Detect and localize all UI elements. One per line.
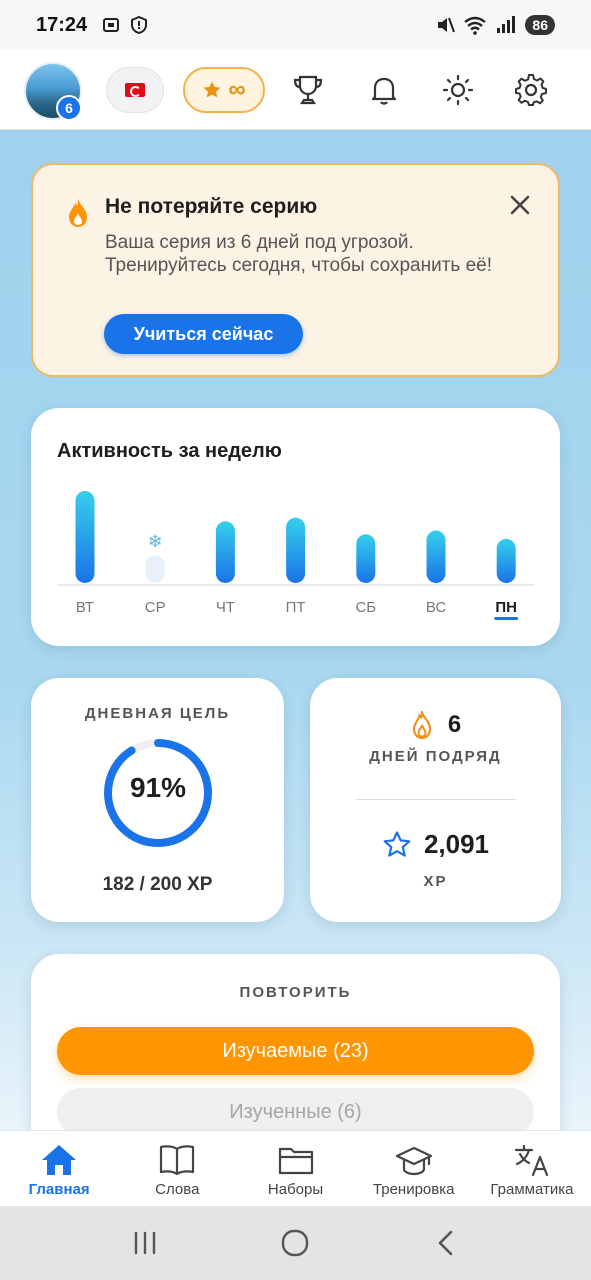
status-bar: 17:24 86: [0, 0, 591, 50]
activity-bar-1: [145, 555, 165, 583]
streak-alert-card: Не потеряйте серию Ваша серия из 6 дней …: [31, 163, 560, 377]
nav-words-label: Слова: [155, 1181, 200, 1198]
learn-now-button[interactable]: Учиться сейчас: [104, 314, 303, 354]
star-outline-icon: [383, 830, 411, 857]
folder-icon: [278, 1147, 313, 1175]
star-icon: [203, 81, 221, 98]
graduation-cap-icon: [395, 1146, 432, 1176]
signal-icon: [497, 16, 516, 33]
trophy-icon[interactable]: [290, 72, 326, 108]
review-label: ПОВТОРИТЬ: [239, 984, 352, 1001]
shield-icon: [131, 15, 148, 35]
recent-apps-icon[interactable]: [130, 1230, 160, 1256]
stars-pill[interactable]: ∞: [183, 67, 265, 113]
activity-bar-6: [496, 538, 516, 583]
day-label-3: ПТ: [286, 599, 306, 616]
activity-bar-5: [426, 530, 446, 583]
home-button-icon[interactable]: [280, 1228, 310, 1258]
turkey-flag-icon: [125, 83, 145, 97]
nav-home-label: Главная: [28, 1181, 90, 1198]
current-day-underline: [494, 617, 519, 620]
activity-bar-0: [75, 491, 95, 583]
streak-xp-card: 6 ДНЕЙ ПОДРЯД 2,091 XP: [310, 678, 561, 922]
back-icon[interactable]: [431, 1228, 461, 1258]
level-badge: 6: [56, 95, 82, 121]
nav-grammar-label: Грамматика: [490, 1181, 574, 1198]
flame-icon: [69, 198, 87, 227]
activity-bar-4: [356, 534, 376, 583]
day-label-2: ЧТ: [216, 599, 235, 616]
activity-chart: ВТ ❄ СР ЧТ ПТ СБ ВС ПН: [57, 491, 534, 620]
status-time: 17:24: [36, 13, 88, 36]
home-icon: [42, 1145, 77, 1175]
streak-days-count: 6: [447, 711, 462, 738]
screenshot-icon: [103, 18, 120, 32]
nav-grammar[interactable]: Грамматика: [473, 1131, 591, 1206]
nav-words[interactable]: Слова: [118, 1131, 236, 1206]
learning-words-button[interactable]: Изучаемые (23): [57, 1027, 534, 1075]
book-icon: [160, 1145, 195, 1176]
learned-words-button[interactable]: Изученные (6): [57, 1088, 534, 1136]
stars-value: ∞: [228, 76, 246, 103]
snowflake-icon: ❄: [148, 531, 163, 551]
gear-icon[interactable]: [513, 72, 549, 108]
translate-icon: [514, 1144, 549, 1177]
alert-title: Не потеряйте серию: [105, 195, 318, 218]
day-label-6: ПН: [495, 599, 517, 616]
theme-sun-icon[interactable]: [440, 72, 476, 108]
nav-training[interactable]: Тренировка: [355, 1131, 473, 1206]
divider: [356, 799, 516, 800]
weekly-activity-card: Активность за неделю ВТ ❄ СР ЧТ ПТ СБ ВС ПН: [31, 408, 560, 646]
alert-body: Ваша серия из 6 дней под угрозой. Тренир…: [105, 232, 493, 276]
battery-indicator: 86: [525, 15, 555, 35]
wifi-icon: [464, 16, 487, 35]
nav-training-label: Тренировка: [372, 1181, 455, 1198]
bottom-navigation: Главная Слова Наборы Тренировка Граммати…: [0, 1130, 591, 1206]
top-app-bar: 6 ∞: [0, 50, 591, 130]
day-label-4: СБ: [355, 599, 376, 616]
nav-home[interactable]: Главная: [0, 1131, 118, 1206]
activity-bar-3: [286, 517, 306, 583]
flame-outline-icon: [412, 710, 431, 740]
daily-goal-label: ДНЕВНАЯ ЦЕЛЬ: [84, 705, 231, 722]
day-label-5: ВС: [426, 599, 447, 616]
day-label-0: ВТ: [76, 599, 94, 616]
streak-days-label: ДНЕЙ ПОДРЯД: [369, 748, 502, 765]
goal-percent: 91%: [129, 772, 187, 803]
goal-xp: 182 / 200 XP: [102, 874, 213, 895]
daily-goal-card: ДНЕВНАЯ ЦЕЛЬ 91% 182 / 200 XP: [31, 678, 284, 922]
xp-label: XP: [423, 873, 448, 890]
nav-sets-label: Наборы: [267, 1181, 324, 1198]
system-navigation-bar: [0, 1206, 591, 1280]
close-icon[interactable]: [510, 195, 530, 215]
xp-total: 2,091: [423, 829, 490, 859]
mute-icon: [438, 17, 456, 33]
nav-sets[interactable]: Наборы: [236, 1131, 354, 1206]
bell-icon[interactable]: [366, 72, 402, 108]
day-label-1: СР: [145, 599, 166, 616]
activity-bar-2: [215, 521, 235, 583]
language-selector[interactable]: [106, 67, 164, 113]
